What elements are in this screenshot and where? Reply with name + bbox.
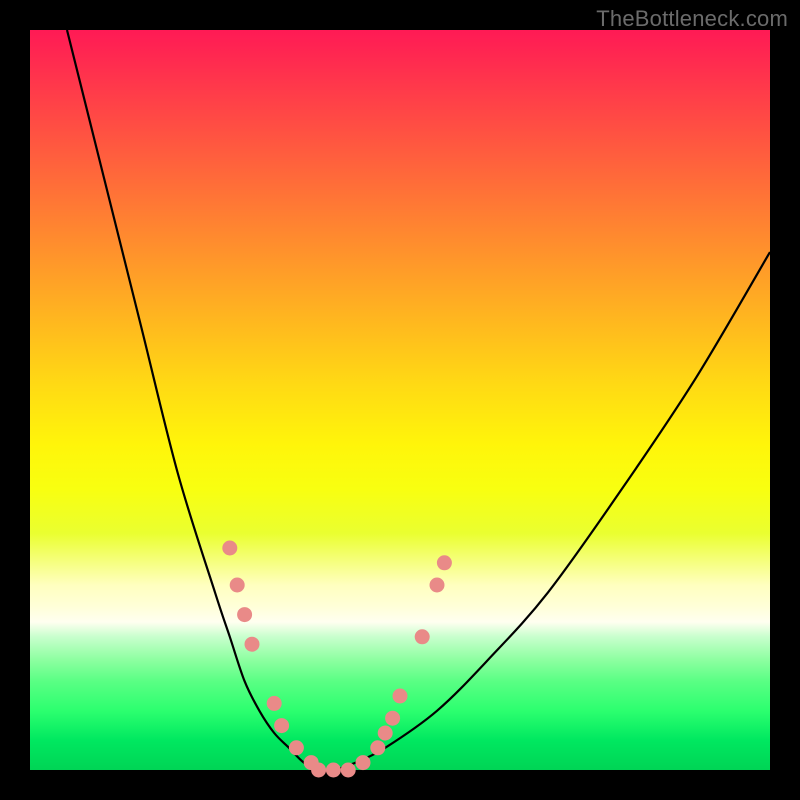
data-point [230,578,244,592]
data-point [415,630,429,644]
chart-svg [30,30,770,770]
data-point [378,726,392,740]
bottleneck-curve [67,30,770,771]
data-point [275,719,289,733]
data-point [393,689,407,703]
data-point [289,741,303,755]
data-point [341,763,355,777]
data-point [223,541,237,555]
data-point [245,637,259,651]
data-point [326,763,340,777]
watermark-text: TheBottleneck.com [596,6,788,32]
data-points [223,541,452,777]
data-point [430,578,444,592]
plot-area [30,30,770,770]
data-point [371,741,385,755]
data-point [437,556,451,570]
data-point [386,711,400,725]
chart-frame: TheBottleneck.com [0,0,800,800]
data-point [267,696,281,710]
data-point [356,756,370,770]
data-point [312,763,326,777]
data-point [238,608,252,622]
